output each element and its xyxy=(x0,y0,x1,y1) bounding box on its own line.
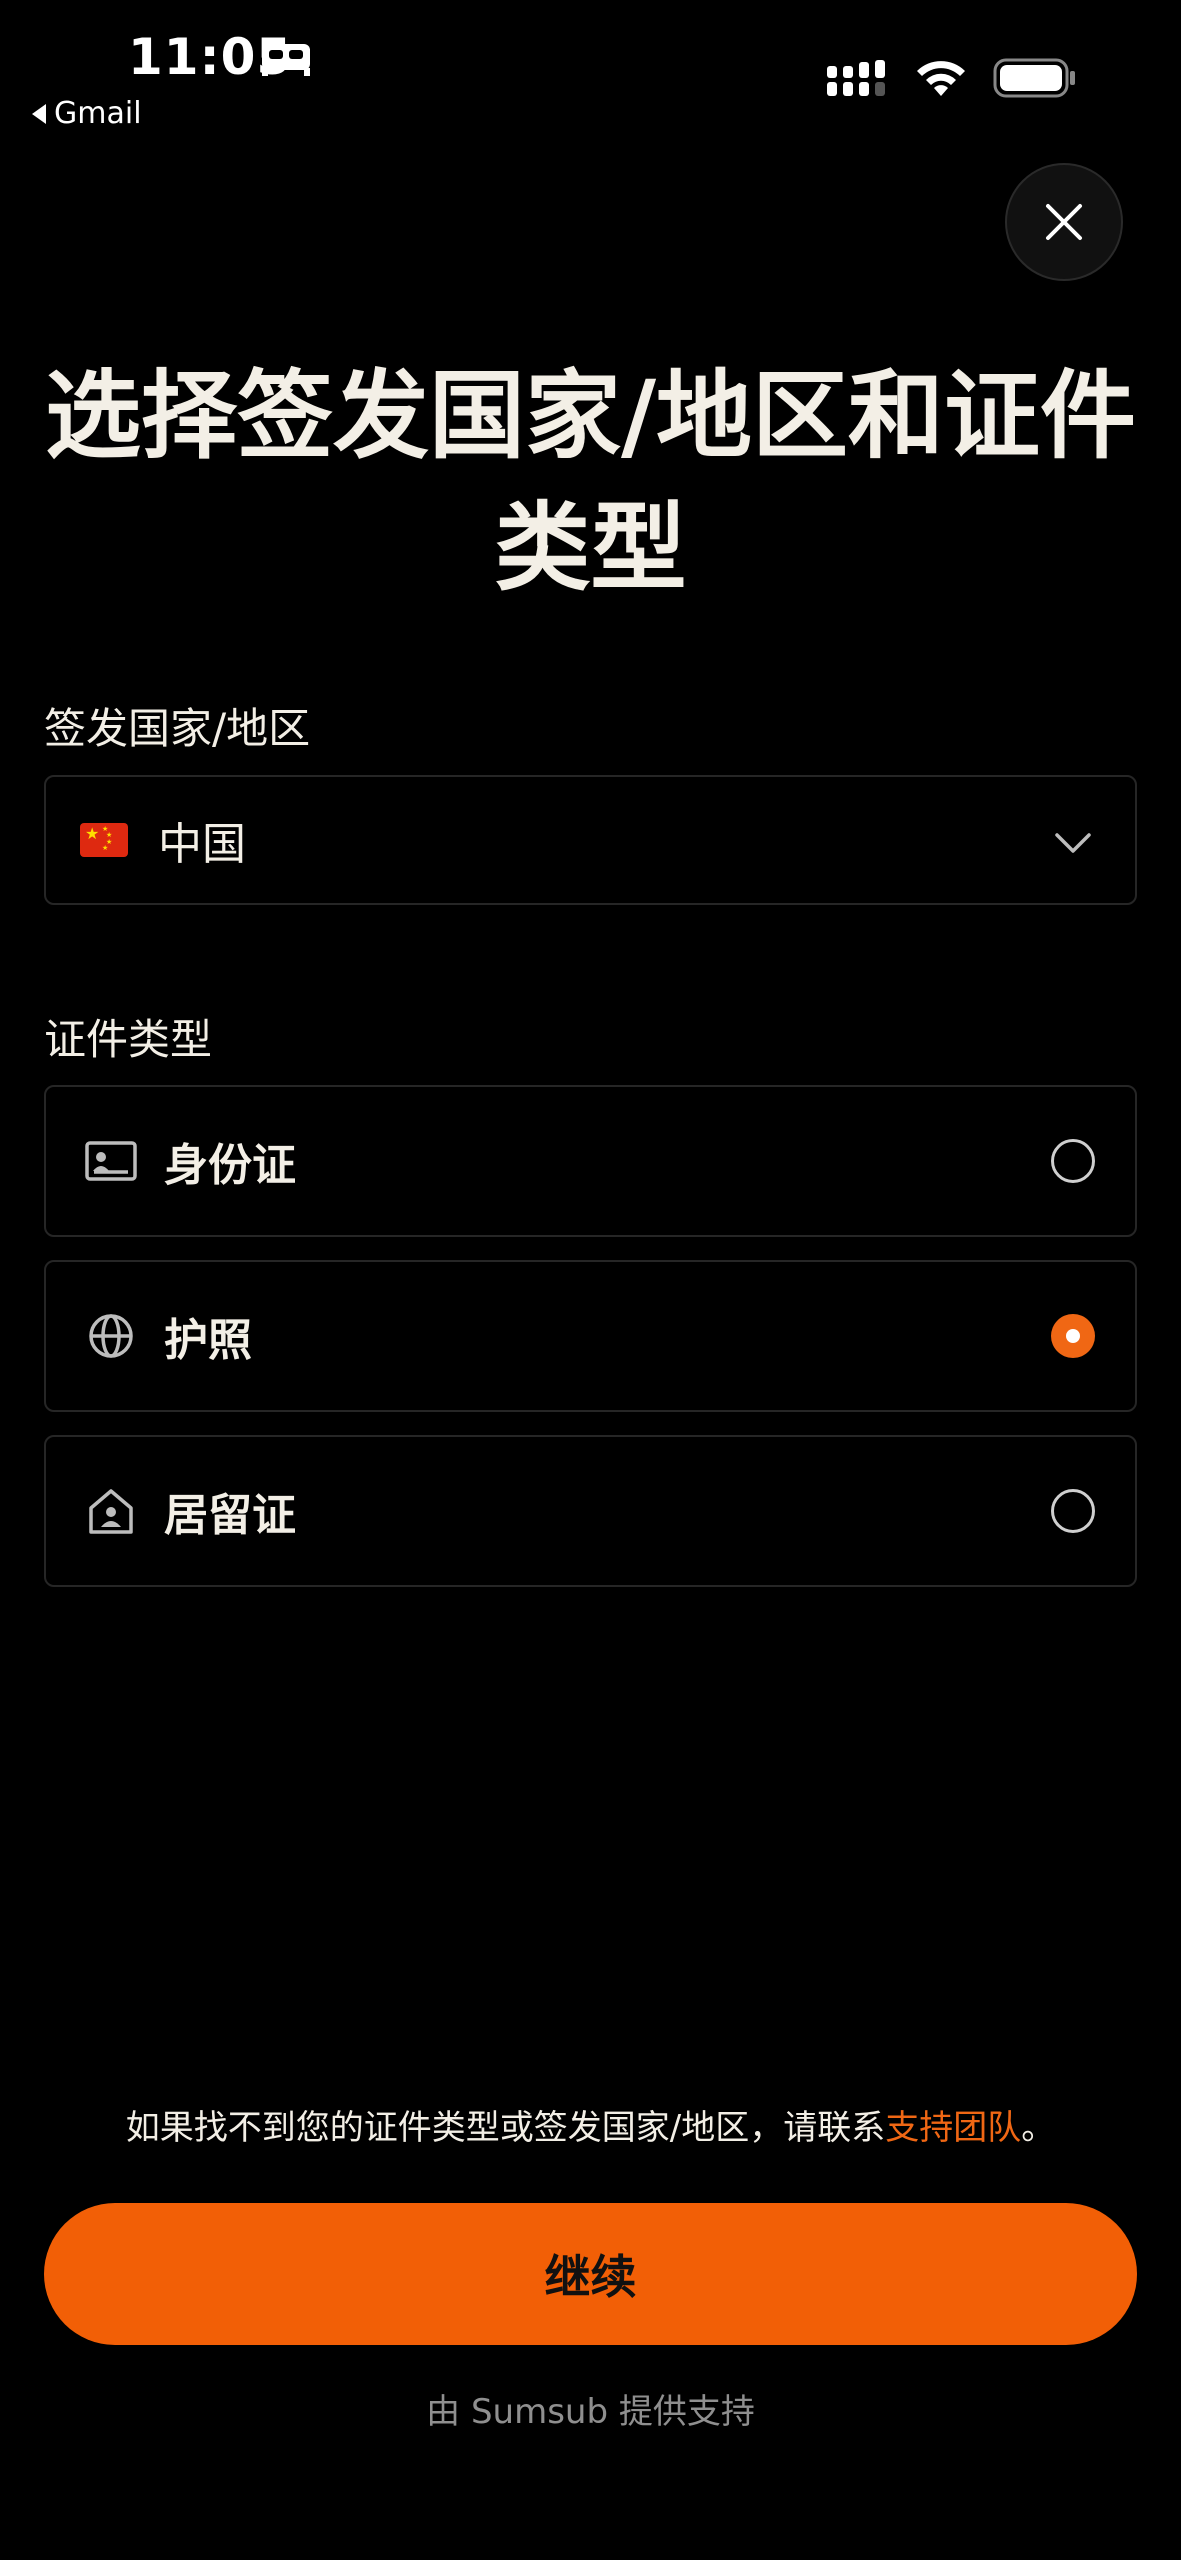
radio-passport[interactable] xyxy=(1051,1314,1095,1358)
back-app-label: Gmail xyxy=(54,96,142,131)
chevron-down-icon xyxy=(1055,833,1091,853)
china-flag-icon: ★ ★ ★ ★ ★ xyxy=(80,823,128,857)
bed-icon xyxy=(262,44,310,76)
option-id-card[interactable]: 身份证 xyxy=(44,1085,1137,1237)
help-text: 如果找不到您的证件类型或签发国家/地区，请联系支持团队。 xyxy=(40,2100,1141,2149)
selected-country: 中国 xyxy=(158,819,246,870)
support-team-link[interactable]: 支持团队 xyxy=(885,2108,1021,2148)
option-id-card-label: 身份证 xyxy=(164,1140,296,1191)
battery-icon xyxy=(993,58,1075,98)
option-residence-permit-label: 居留证 xyxy=(164,1490,296,1541)
back-to-app[interactable]: Gmail xyxy=(32,96,142,131)
wifi-icon xyxy=(917,61,965,96)
globe-icon xyxy=(89,1314,133,1358)
id-card-icon xyxy=(85,1141,137,1181)
page-title: 选择签发国家/地区和证件类型 xyxy=(44,360,1137,604)
country-section-label: 签发国家/地区 xyxy=(44,704,311,753)
radio-residence-permit[interactable] xyxy=(1051,1489,1095,1533)
help-text-body: 如果找不到您的证件类型或签发国家/地区，请联系 xyxy=(125,2108,886,2148)
close-button[interactable] xyxy=(1005,163,1123,281)
help-text-suffix: 。 xyxy=(1021,2108,1056,2148)
residence-permit-icon xyxy=(89,1489,133,1534)
document-type-section-label: 证件类型 xyxy=(44,1015,213,1064)
close-icon xyxy=(1046,204,1082,240)
status-indicators xyxy=(827,58,1077,98)
cellular-signal-icon xyxy=(827,60,885,96)
radio-id-card[interactable] xyxy=(1051,1139,1095,1183)
powered-by: 由 Sumsub 提供支持 xyxy=(426,2392,755,2432)
continue-button[interactable]: 继续 xyxy=(44,2203,1137,2345)
option-passport[interactable]: 护照 xyxy=(44,1260,1137,1412)
option-passport-label: 护照 xyxy=(164,1315,252,1366)
option-residence-permit[interactable]: 居留证 xyxy=(44,1435,1137,1587)
country-select[interactable]: ★ ★ ★ ★ ★ 中国 xyxy=(44,775,1137,905)
back-arrow-icon xyxy=(32,103,46,124)
